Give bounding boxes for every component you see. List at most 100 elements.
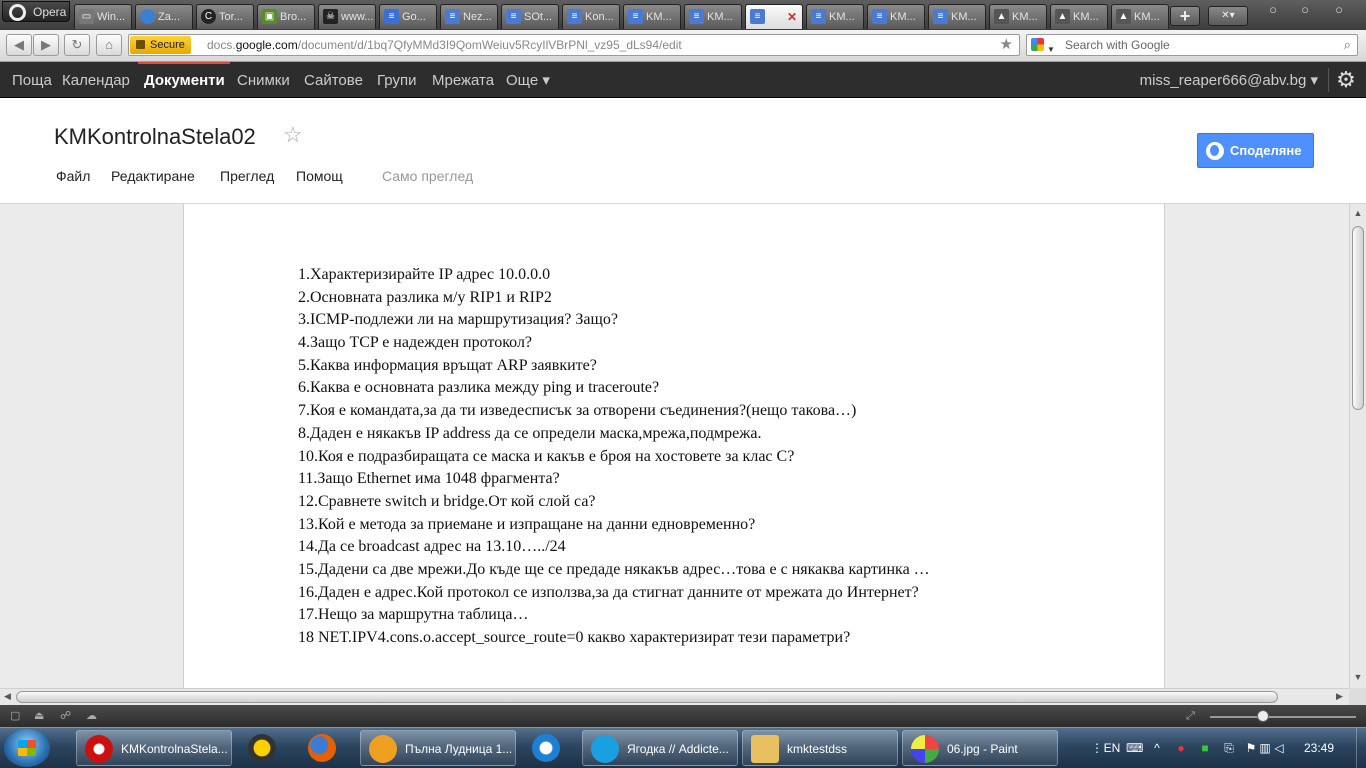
scroll-up-icon[interactable]: ▲ xyxy=(1353,208,1363,218)
vertical-scroll-thumb[interactable] xyxy=(1352,226,1364,410)
antivirus-icon[interactable]: ● xyxy=(1174,741,1188,755)
menu-view[interactable]: Преглед xyxy=(220,168,274,184)
show-hidden-icons-icon[interactable]: ^ xyxy=(1150,741,1164,755)
new-tab-button[interactable]: + xyxy=(1170,6,1200,26)
panel-toggle-icon[interactable]: ▢ xyxy=(10,710,23,722)
doc-icon: ≡ xyxy=(567,9,582,24)
search-icon[interactable]: ⌕ xyxy=(1344,35,1351,55)
keyboard-icon[interactable]: ⌨ xyxy=(1126,741,1143,755)
address-field[interactable]: Secure docs.google.com/document/d/1bq7Qf… xyxy=(128,34,1020,56)
usb-device-icon[interactable]: ⎘ xyxy=(1222,741,1236,755)
taskbar-item-paint[interactable]: 06.jpg - Paint xyxy=(902,730,1058,766)
gbar-item-groups[interactable]: Групи xyxy=(377,62,416,98)
skype-icon xyxy=(591,735,619,763)
taskbar-item-skype[interactable]: Ягодка // Addicte... xyxy=(582,730,738,766)
bookmark-star-icon[interactable]: ★ xyxy=(1000,35,1013,55)
taskbar-pinned-app[interactable] xyxy=(240,730,288,766)
gear-icon[interactable]: ⚙ xyxy=(1334,68,1358,92)
share-button[interactable]: Споделяне xyxy=(1197,133,1314,168)
restore-window-icon[interactable]: ○ xyxy=(1294,3,1316,19)
speed-dial-button[interactable]: ⌂ xyxy=(96,34,122,56)
forward-button[interactable]: ▶ xyxy=(33,34,59,56)
gbar-item-mail[interactable]: Поща xyxy=(12,62,52,98)
browser-tab[interactable]: ≡ Go... xyxy=(379,4,437,29)
browser-tab[interactable]: ≡ KM... xyxy=(867,4,925,29)
google-doc-icon: ≡ xyxy=(384,9,399,24)
address-toolbar: ◀ ▶ ↻ ⌂ Secure docs.google.com/document/… xyxy=(0,30,1366,62)
scroll-right-icon[interactable]: ▶ xyxy=(1336,691,1343,702)
browser-tab[interactable]: ☠ www... xyxy=(318,4,376,29)
google-search-engine-icon[interactable]: ▼ xyxy=(1029,37,1057,54)
close-tab-icon[interactable]: ✕ xyxy=(787,5,797,29)
list-item: 1.Характеризирайте IP адрес 10.0.0.0 xyxy=(298,266,551,283)
gbar-item-sites[interactable]: Сайтове xyxy=(304,62,363,98)
gbar-item-more[interactable]: Още ▾ xyxy=(506,62,550,98)
reload-icon: ↻ xyxy=(71,37,83,52)
minimize-window-icon[interactable]: ○ xyxy=(1262,3,1284,19)
browser-tab[interactable]: ≡ SOt... xyxy=(501,4,559,29)
browser-tab[interactable]: ▭ Win... xyxy=(74,4,132,29)
windows-logo-icon xyxy=(18,740,36,756)
system-clock[interactable]: 23:49 xyxy=(1304,728,1334,768)
close-window-icon[interactable]: ○ xyxy=(1328,3,1350,19)
doc-icon: ≡ xyxy=(689,9,704,24)
browser-tab[interactable]: ≡ KM... xyxy=(806,4,864,29)
star-icon[interactable]: ☆ xyxy=(283,122,303,148)
opera-icon xyxy=(85,735,113,763)
show-desktop-button[interactable] xyxy=(1356,728,1366,768)
reload-button[interactable]: ↻ xyxy=(64,34,90,56)
gbar-item-web[interactable]: Мрежата xyxy=(432,62,494,98)
browser-tab[interactable]: ≡ Kon... xyxy=(562,4,620,29)
start-button[interactable] xyxy=(4,729,50,767)
opera-menu-button[interactable]: Opera xyxy=(2,1,70,22)
menu-file[interactable]: Файл xyxy=(56,168,90,184)
browser-tab-active[interactable]: ≡ ✕ xyxy=(745,4,803,29)
language-indicator[interactable]: EN xyxy=(1102,741,1122,755)
sync-icon[interactable]: ☁ xyxy=(86,710,99,722)
zoom-slider-handle[interactable] xyxy=(1257,710,1269,722)
closed-tabs-button[interactable]: ✕▾ xyxy=(1208,6,1248,26)
taskbar-item-folder[interactable]: kmktestdss xyxy=(742,730,898,766)
volume-icon[interactable]: ◁ xyxy=(1272,741,1286,755)
browser-tab[interactable]: ≡ KM... xyxy=(928,4,986,29)
unite-icon[interactable]: ☍ xyxy=(60,710,73,722)
gbar-item-photos[interactable]: Снимки xyxy=(237,62,290,98)
secure-badge[interactable]: Secure xyxy=(130,36,191,54)
browser-tab[interactable]: ≡ KM... xyxy=(623,4,681,29)
document-title[interactable]: KMKontrolnaStela02 xyxy=(54,124,256,150)
taskbar-pinned-ie[interactable] xyxy=(524,730,572,766)
flag-icon[interactable]: ⚑ xyxy=(1244,741,1258,755)
taskbar-item-chat[interactable]: Пълна Лудница 1... xyxy=(360,730,516,766)
browser-tab[interactable]: C Tor... xyxy=(196,4,254,29)
browser-tab[interactable]: ▲ KM... xyxy=(989,4,1047,29)
browser-tab[interactable]: ≡ Nez... xyxy=(440,4,498,29)
scroll-down-icon[interactable]: ▼ xyxy=(1353,672,1363,682)
menu-help[interactable]: Помощ xyxy=(296,168,343,184)
search-field[interactable]: ▼ Search with Google ⌕ xyxy=(1026,34,1358,56)
zoom-fit-icon[interactable]: ⤢ xyxy=(1186,710,1199,722)
opera-menu-label: Opera xyxy=(33,5,67,19)
menu-edit[interactable]: Редактиране xyxy=(111,168,195,184)
network-icon[interactable]: ▥ xyxy=(1258,741,1272,755)
browser-tab[interactable]: ≡ KM... xyxy=(684,4,742,29)
gbar-item-documents[interactable]: Документи xyxy=(144,62,225,98)
vertical-scrollbar[interactable]: ▲ ▼ xyxy=(1349,204,1366,688)
taskbar-pinned-firefox[interactable] xyxy=(300,730,348,766)
taskbar-item-opera[interactable]: KMKontrolnaStela... xyxy=(76,730,232,766)
app-tray-icon[interactable]: ■ xyxy=(1198,741,1212,755)
browser-tab[interactable]: ▲ KM... xyxy=(1050,4,1108,29)
back-button[interactable]: ◀ xyxy=(6,34,32,56)
browser-tab[interactable]: ▲ KM... xyxy=(1111,4,1169,29)
picture-icon: ▲ xyxy=(994,9,1009,24)
scroll-left-icon[interactable]: ◀ xyxy=(4,691,11,702)
gbar-item-calendar[interactable]: Календар xyxy=(62,62,130,98)
browser-tab[interactable]: ▣ Bro... xyxy=(257,4,315,29)
doc-icon: ≡ xyxy=(506,9,521,24)
browser-tab[interactable]: Za... xyxy=(135,4,193,29)
horizontal-scroll-thumb[interactable] xyxy=(16,691,1278,703)
zoom-slider[interactable] xyxy=(1210,716,1356,718)
wand-icon: ⌂ xyxy=(105,37,113,52)
turbo-icon[interactable]: ⏏ xyxy=(34,710,47,722)
account-menu[interactable]: miss_reaper666@abv.bg ▾ xyxy=(1140,62,1318,98)
horizontal-scrollbar[interactable]: ◀ ▶ xyxy=(0,688,1349,705)
